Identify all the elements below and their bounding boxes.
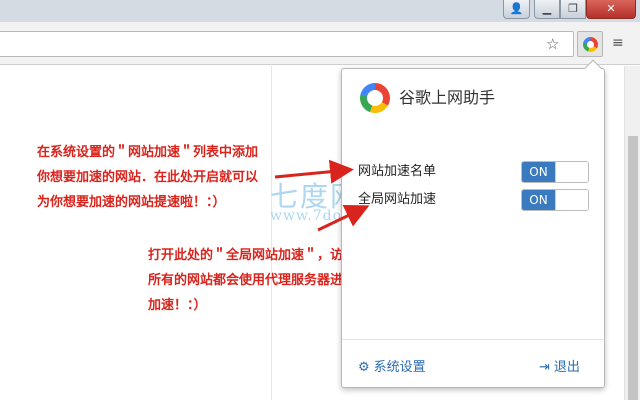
annotation-left-line: 在系统设置的＂网站加速＂列表中添加 bbox=[37, 145, 259, 160]
close-window-button[interactable]: ✕ bbox=[586, 0, 636, 19]
annotation-left: 在系统设置的＂网站加速＂列表中添加 你想要加速的网站．在此处开启就可以 为你想要… bbox=[37, 140, 258, 215]
settings-label: 系统设置 bbox=[373, 360, 426, 375]
global-accel-toggle[interactable]: ON bbox=[521, 189, 589, 211]
site-list-toggle[interactable]: ON bbox=[521, 161, 589, 183]
maximize-button[interactable]: ❐ bbox=[560, 0, 586, 19]
minimize-button[interactable]: ▁ bbox=[534, 0, 560, 19]
annotation-bottom: 打开此处的＂全局网站加速＂，访问的 所有的网站都会使用代理服务器进行 加速！：） bbox=[148, 243, 369, 318]
window-titlebar: 👤 ▁ ❐ ✕ bbox=[0, 0, 640, 22]
annotation-bottom-line: 所有的网站都会使用代理服务器进行 bbox=[148, 273, 357, 288]
scrollbar-thumb[interactable] bbox=[628, 136, 638, 400]
minimize-icon: ▁ bbox=[542, 2, 552, 15]
address-bar[interactable]: ☆ bbox=[0, 31, 574, 57]
browser-toolbar: ☆ ≡ bbox=[0, 22, 640, 65]
logout-link[interactable]: ⇥ 退出 bbox=[539, 359, 580, 377]
annotation-bottom-line: 加速！：） bbox=[148, 298, 207, 313]
extension-button[interactable] bbox=[577, 31, 603, 57]
bookmark-star-icon[interactable]: ☆ bbox=[546, 35, 559, 53]
annotation-left-line: 为你想要加速的网站提速啦！：） bbox=[37, 195, 226, 210]
user-icon: 👤 bbox=[509, 2, 524, 15]
profile-button[interactable]: 👤 bbox=[503, 0, 530, 19]
settings-link[interactable]: ⚙ 系统设置 bbox=[358, 359, 426, 377]
logout-label: 退出 bbox=[553, 360, 580, 375]
annotation-left-line: 你想要加速的网站．在此处开启就可以 bbox=[37, 170, 259, 185]
extension-logo-icon bbox=[583, 37, 598, 52]
scrollbar[interactable] bbox=[624, 66, 640, 400]
logout-icon: ⇥ bbox=[539, 360, 550, 375]
extension-popup: 谷歌上网助手 网站加速名单 ON 全局网站加速 ON ⚙ 系统设置 ⇥ 退出 bbox=[341, 59, 605, 388]
browser-menu-icon[interactable]: ≡ bbox=[612, 36, 626, 50]
app-logo-icon bbox=[360, 83, 390, 113]
restore-icon: ❐ bbox=[568, 2, 578, 15]
close-icon: ✕ bbox=[606, 2, 616, 15]
annotation-bottom-line: 打开此处的＂全局网站加速＂，访问的 bbox=[148, 248, 370, 263]
toggle-on-label: ON bbox=[522, 162, 555, 182]
popup-divider bbox=[342, 339, 604, 340]
popup-title: 谷歌上网助手 bbox=[399, 88, 496, 107]
global-accel-label: 全局网站加速 bbox=[358, 192, 437, 207]
gear-icon: ⚙ bbox=[358, 360, 370, 375]
toggle-on-label: ON bbox=[522, 190, 555, 210]
toggle-knob bbox=[555, 190, 588, 210]
site-list-label: 网站加速名单 bbox=[358, 164, 437, 179]
toggle-knob bbox=[555, 162, 588, 182]
